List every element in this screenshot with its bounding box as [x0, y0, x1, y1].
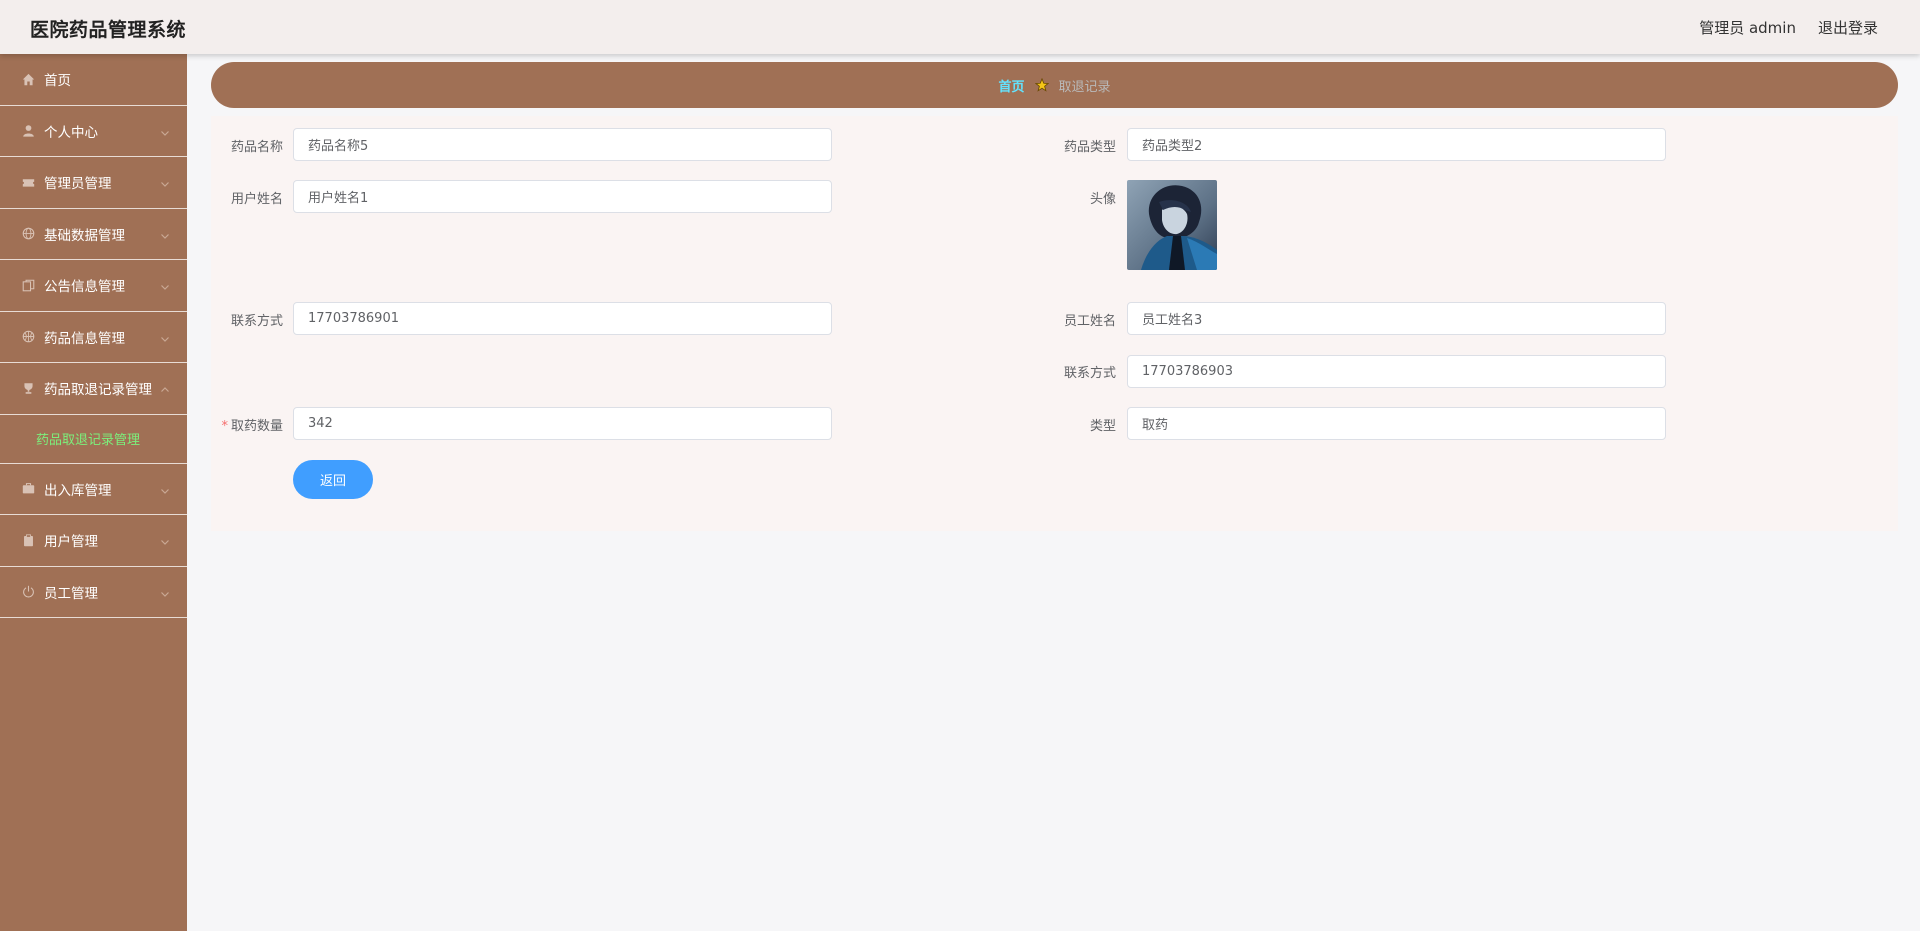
sidebar-item-label: 出入库管理: [44, 482, 112, 499]
sidebar-item-base-data-management[interactable]: 基础数据管理: [0, 209, 187, 260]
staff-contact-field[interactable]: [1127, 355, 1666, 388]
type-field[interactable]: [1127, 407, 1666, 440]
sidebar-item-label: 药品取退记录管理: [44, 382, 152, 399]
chevron-down-icon: [160, 535, 170, 546]
logout-link[interactable]: 退出登录: [1818, 17, 1878, 38]
basketball-icon: [22, 330, 35, 343]
staff-name-label: 员工姓名: [1063, 314, 1116, 329]
ticket-icon: [22, 176, 35, 189]
current-user-label: 管理员 admin: [1699, 19, 1796, 37]
submenu-item-drug-pickup-return-management[interactable]: 药品取退记录管理: [0, 415, 187, 464]
user-icon: [22, 124, 35, 137]
sidebar-item-label: 员工管理: [44, 585, 98, 602]
drug-type-label: 药品类型: [1063, 140, 1116, 155]
chevron-down-icon: [160, 126, 170, 136]
sidebar-item-label: 药品信息管理: [44, 330, 125, 347]
sidebar-item-label: 用户管理: [44, 534, 98, 551]
drug-type-field[interactable]: [1127, 128, 1666, 161]
sidebar-item-home[interactable]: 首页: [0, 54, 187, 106]
sidebar-item-drug-pickup-return-management[interactable]: 药品取退记录管理: [0, 363, 187, 415]
quantity-label-wrap: * 取药数量: [203, 415, 283, 434]
user-contact-field[interactable]: [293, 302, 832, 335]
type-label: 类型: [1089, 419, 1116, 434]
sidebar-item-drug-info-management[interactable]: 药品信息管理: [0, 312, 187, 363]
back-button[interactable]: 返回: [293, 460, 373, 499]
copy-icon: [22, 279, 35, 292]
chevron-down-icon: [160, 484, 170, 494]
staff-contact-label: 联系方式: [1063, 366, 1116, 381]
sidebar-item-label: 首页: [44, 73, 71, 90]
quantity-field[interactable]: [293, 407, 832, 440]
chevron-down-icon: [160, 280, 170, 291]
chevron-down-icon: [160, 177, 170, 188]
chevron-down-icon: [160, 229, 170, 239]
required-mark: *: [221, 419, 228, 434]
sidebar-item-personal-center[interactable]: 个人中心: [0, 106, 187, 157]
sidebar-item-label: 个人中心: [44, 124, 98, 141]
chevron-down-icon: [160, 587, 170, 597]
user-name-label: 用户姓名: [230, 192, 283, 207]
top-header: 医院药品管理系统 管理员 admin 退出登录: [0, 0, 1920, 54]
sidebar-item-notice-management[interactable]: 公告信息管理: [0, 260, 187, 312]
home-icon: [22, 73, 35, 86]
trophy-icon: [22, 382, 35, 395]
chevron-down-icon: [160, 332, 170, 342]
sidebar-menu: 首页 个人中心 管理员管理 基础数据管理 公告信息管理 药品信息管理 药品取退记…: [0, 54, 187, 931]
breadcrumb: 首页 取退记录: [211, 62, 1898, 108]
user-name-field[interactable]: [293, 180, 832, 213]
drug-name-label: 药品名称: [230, 140, 283, 155]
sidebar-item-admin-management[interactable]: 管理员管理: [0, 157, 187, 209]
briefcase-icon: [22, 482, 35, 495]
sidebar-item-user-management[interactable]: 用户管理: [0, 515, 187, 567]
sidebar-item-inventory-management[interactable]: 出入库管理: [0, 464, 187, 515]
sidebar-item-label: 管理员管理: [44, 176, 112, 193]
quantity-label: 取药数量: [230, 419, 283, 434]
drug-name-field[interactable]: [293, 128, 832, 161]
header-actions: 管理员 admin 退出登录: [1699, 17, 1878, 38]
staff-name-field[interactable]: [1127, 302, 1666, 335]
clipboard-icon: [22, 534, 35, 547]
app-title: 医院药品管理系统: [30, 19, 187, 41]
user-contact-label: 联系方式: [230, 314, 283, 329]
breadcrumb-home-link[interactable]: 首页: [998, 76, 1024, 95]
star-icon: [1034, 78, 1049, 92]
globe-icon: [22, 227, 35, 240]
chevron-up-icon: [160, 383, 170, 393]
sidebar-item-label: 基础数据管理: [44, 227, 125, 244]
power-icon: [22, 585, 35, 598]
breadcrumb-current: 取退记录: [1058, 79, 1111, 95]
sidebar-item-staff-management[interactable]: 员工管理: [0, 567, 187, 618]
avatar-label: 头像: [1089, 192, 1116, 207]
avatar: [1127, 180, 1217, 270]
sidebar-item-label: 公告信息管理: [44, 279, 125, 296]
